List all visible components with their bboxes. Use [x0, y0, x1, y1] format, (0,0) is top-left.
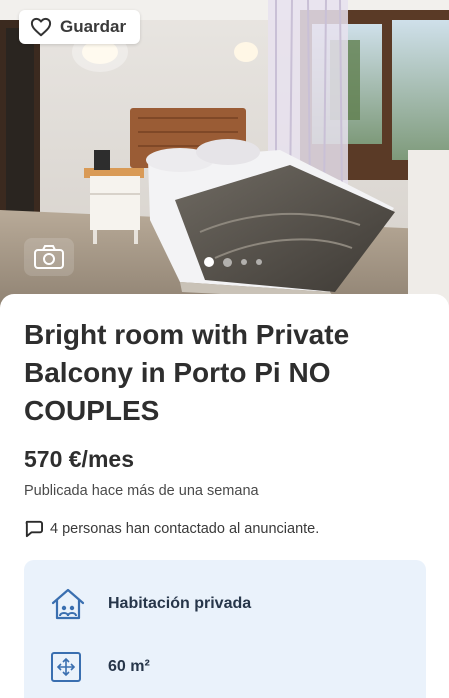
save-button[interactable]: Guardar: [19, 10, 140, 44]
listing-title: Bright room with Private Balcony in Port…: [24, 319, 350, 426]
feature-room-type-label: Habitación privada: [108, 595, 252, 612]
carousel-dot[interactable]: [223, 257, 232, 267]
carousel-dot[interactable]: [256, 259, 262, 265]
carousel-dot[interactable]: [241, 259, 247, 265]
house-icon: [50, 587, 86, 621]
listing-price: 570 €/mes: [24, 446, 134, 472]
features-panel: Habitación privada 60 m²: [24, 560, 426, 698]
contacted-text: 4 personas han contactado al anunciante.: [50, 520, 320, 537]
chat-bubble-icon: [25, 520, 43, 538]
published-date: Publicada hace más de una semana: [24, 483, 259, 499]
carousel-dot[interactable]: [204, 257, 214, 267]
area-icon: [50, 651, 82, 683]
gallery-button[interactable]: [24, 238, 74, 276]
save-button-label: Guardar: [60, 17, 127, 36]
heart-icon: [30, 17, 52, 37]
contacted-info: 4 personas han contactado al anunciante.: [24, 519, 319, 538]
carousel-indicator: [204, 257, 262, 267]
camera-icon: [34, 245, 64, 269]
feature-area-label: 60 m²: [108, 658, 150, 675]
